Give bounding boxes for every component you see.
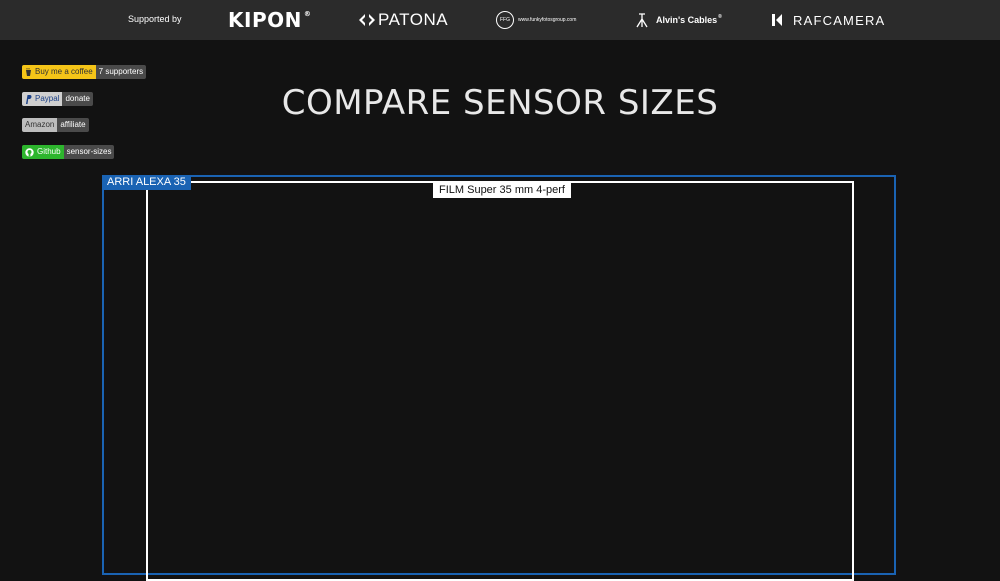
coffee-badge-label: Buy me a coffee	[35, 67, 93, 76]
sponsor-bar: Supported by KIPON ® PATONA FFG www.funky…	[0, 0, 1000, 40]
github-badge-label: Github	[37, 147, 61, 156]
page-title: COMPARE SENSOR SIZES	[281, 83, 719, 123]
rafcamera-logo-icon	[772, 14, 782, 26]
sponsor-rafcamera-link[interactable]: RAFCAMERA	[772, 0, 885, 40]
github-badge-left: Github	[22, 145, 64, 159]
rafcamera-logo-text: RAFCAMERA	[793, 12, 886, 28]
kipon-registered-mark: ®	[303, 10, 312, 18]
ffg-logo-text: www.funkyfotosgroup.com	[518, 17, 577, 23]
alvins-registered-mark: ®	[718, 14, 722, 20]
sponsor-patona-link[interactable]: PATONA	[358, 0, 448, 40]
coffee-badge-count: 7 supporters	[95, 65, 147, 79]
sponsor-alvins-cables-link[interactable]: Alvin's Cables ®	[636, 0, 722, 40]
sensor-label-arri-alexa-35[interactable]: ARRI ALEXA 35	[102, 175, 191, 190]
sensor-outline-film-super-35[interactable]	[146, 181, 854, 581]
coffee-badge-left: Buy me a coffee	[22, 65, 96, 79]
coffee-cup-icon	[26, 67, 31, 76]
sensor-label-film-super-35[interactable]: FILM Super 35 mm 4-perf	[433, 182, 571, 198]
kipon-logo-text: KIPON	[228, 8, 302, 32]
patona-diamond-icon	[359, 14, 375, 26]
sponsor-ffg-link[interactable]: FFG www.funkyfotosgroup.com	[496, 0, 576, 40]
buy-me-a-coffee-badge[interactable]: Buy me a coffee 7 supporters	[22, 65, 147, 79]
github-badge-repo: sensor-sizes	[63, 145, 115, 159]
github-icon	[25, 147, 34, 157]
patona-logo-text: PATONA	[378, 10, 449, 29]
alvins-tripod-icon	[636, 13, 648, 28]
github-sensor-sizes-badge[interactable]: Github sensor-sizes	[22, 145, 115, 159]
ffg-logo-icon: FFG	[496, 11, 514, 29]
ffg-logo-mark: FFG	[500, 17, 510, 23]
supported-by-label: Supported by	[128, 14, 182, 24]
alvins-logo-text: Alvin's Cables	[656, 15, 718, 25]
sponsor-kipon-link[interactable]: KIPON ®	[228, 0, 311, 40]
